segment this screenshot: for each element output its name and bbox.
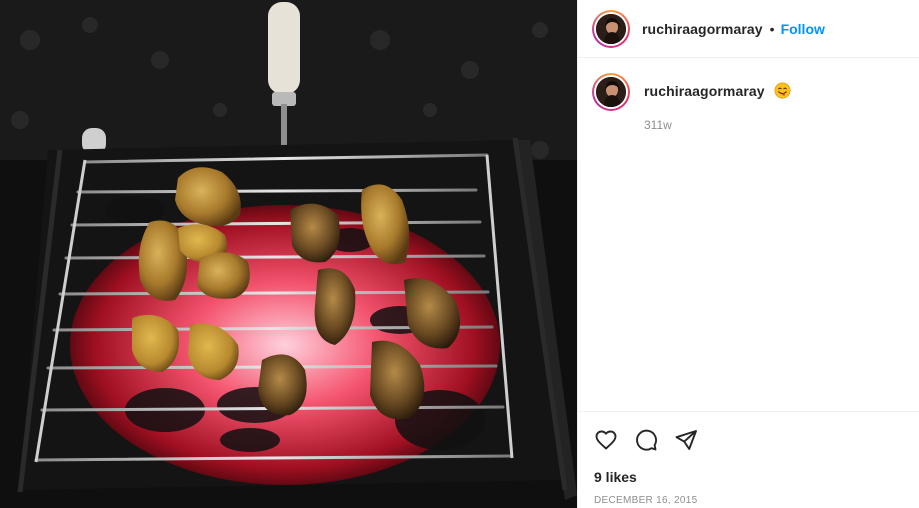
separator-dot: •: [769, 20, 775, 37]
header-username[interactable]: ruchiraagormaray: [642, 21, 763, 37]
likes-count[interactable]: 9 likes: [594, 469, 637, 485]
comment-button[interactable]: [633, 427, 658, 452]
caption-username[interactable]: ruchiraagormaray: [644, 83, 765, 99]
yum-face-emoji-icon: [774, 82, 791, 99]
follow-button[interactable]: Follow: [781, 21, 825, 37]
post-date[interactable]: DECEMBER 16, 2015: [594, 495, 697, 506]
avatar[interactable]: [592, 9, 630, 48]
post-photo[interactable]: [0, 0, 577, 508]
share-button[interactable]: [673, 427, 698, 452]
post-header: ruchiraagormaray • Follow: [578, 0, 919, 58]
actions-bar: 9 likes DECEMBER 16, 2015: [578, 411, 919, 508]
caption-profile-picture-image: [596, 77, 626, 107]
post-side-panel: ruchiraagormaray • Follow ruchiraagormar…: [577, 0, 919, 508]
caption-age[interactable]: 311w: [644, 118, 791, 132]
comment-icon: [635, 429, 657, 451]
like-button[interactable]: [593, 427, 618, 452]
caption-avatar[interactable]: [592, 73, 630, 111]
send-icon: [675, 429, 697, 450]
profile-picture-image: [596, 13, 626, 44]
caption-comment: ruchiraagormaray 311w: [592, 73, 912, 132]
grill-photo: [0, 0, 577, 508]
instagram-post: ruchiraagormaray • Follow ruchiraagormar…: [0, 0, 919, 508]
profile-picture: [596, 13, 626, 44]
heart-icon: [595, 430, 616, 449]
caption-profile-picture: [596, 77, 626, 107]
